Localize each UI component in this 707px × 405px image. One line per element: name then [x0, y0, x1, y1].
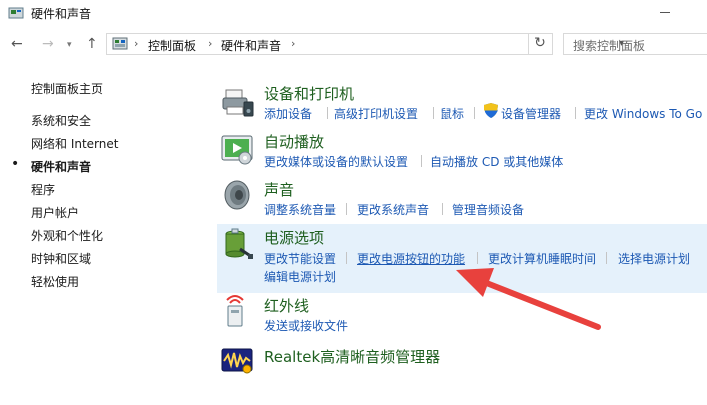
minimize-button[interactable]	[660, 12, 670, 13]
address-bar[interactable]: › 控制面板 › 硬件和声音 › ▾	[106, 33, 624, 55]
link-separator	[421, 155, 422, 167]
devices-printers-title[interactable]: 设备和打印机	[264, 83, 354, 104]
link-separator	[575, 107, 576, 119]
sidebar-item-control-panel-home[interactable]: 控制面板主页	[31, 80, 103, 97]
link-separator	[327, 107, 328, 119]
window-title: 硬件和声音	[31, 7, 92, 21]
refresh-icon[interactable]: ↻	[529, 32, 551, 54]
add-device-link[interactable]: 添加设备	[264, 105, 312, 122]
realtek-audio-icon[interactable]	[220, 343, 254, 377]
link-separator	[442, 203, 443, 215]
send-receive-files-link[interactable]: 发送或接收文件	[264, 317, 348, 334]
realtek-title[interactable]: Realtek高清晰音频管理器	[264, 346, 440, 367]
power-options-title[interactable]: 电源选项	[264, 227, 324, 248]
breadcrumb-chevron-icon[interactable]: ›	[208, 37, 212, 50]
link-separator	[474, 107, 475, 119]
adjust-system-volume-link[interactable]: 调整系统音量	[264, 201, 336, 218]
up-arrow-icon[interactable]: ↑	[86, 36, 98, 52]
mouse-link[interactable]: 鼠标	[440, 105, 464, 122]
annotation-arrow-icon	[456, 268, 601, 330]
infrared-icon[interactable]	[220, 294, 254, 328]
change-media-defaults-link[interactable]: 更改媒体或设备的默认设置	[264, 153, 408, 170]
link-separator	[433, 107, 434, 119]
sidebar-item-appearance[interactable]: 外观和个性化	[31, 227, 103, 244]
control-panel-icon	[112, 37, 128, 50]
autoplay-cd-link[interactable]: 自动播放 CD 或其他媒体	[430, 153, 563, 170]
choose-power-plan-link[interactable]: 选择电源计划	[618, 250, 690, 267]
uac-shield-icon	[484, 103, 498, 118]
link-separator	[346, 252, 347, 264]
link-separator	[477, 252, 478, 264]
sidebar-item-hardware-sound[interactable]: 硬件和声音	[31, 158, 91, 175]
back-arrow-icon[interactable]: ←	[11, 36, 23, 52]
autoplay-title[interactable]: 自动播放	[264, 131, 324, 152]
change-system-sounds-link[interactable]: 更改系统声音	[357, 201, 429, 218]
search-input[interactable]: 搜索控制面板	[563, 33, 707, 55]
breadcrumb-control-panel[interactable]: 控制面板	[148, 37, 196, 54]
sidebar-item-system-security[interactable]: 系统和安全	[31, 112, 91, 129]
recent-locations-chevron-icon[interactable]: ▾	[67, 40, 72, 50]
sidebar-item-programs[interactable]: 程序	[31, 181, 55, 198]
infrared-title[interactable]: 红外线	[264, 295, 309, 316]
control-panel-icon	[8, 7, 24, 19]
breadcrumb-hardware-sound[interactable]: 硬件和声音	[221, 37, 281, 54]
sound-title[interactable]: 声音	[264, 179, 294, 200]
change-sleep-time-link[interactable]: 更改计算机睡眠时间	[488, 250, 596, 267]
forward-arrow-icon[interactable]: →	[42, 36, 54, 52]
speaker-icon[interactable]	[220, 178, 254, 212]
edit-power-plan-link[interactable]: 编辑电源计划	[264, 268, 336, 285]
autoplay-icon[interactable]	[220, 132, 254, 166]
sidebar-item-ease-of-access[interactable]: 轻松使用	[31, 273, 79, 290]
breadcrumb-chevron-icon[interactable]: ›	[291, 37, 295, 50]
printer-icon[interactable]	[220, 86, 254, 120]
battery-power-icon[interactable]	[220, 227, 254, 261]
change-power-saving-link[interactable]: 更改节能设置	[264, 250, 336, 267]
title-bar: 硬件和声音	[0, 0, 707, 26]
change-power-button-link[interactable]: 更改电源按钮的功能	[357, 250, 465, 267]
sidebar-item-clock-region[interactable]: 时钟和区域	[31, 250, 91, 267]
current-item-bullet-icon: •	[11, 156, 20, 172]
advanced-printer-setup-link[interactable]: 高级打印机设置	[334, 105, 418, 122]
link-separator	[346, 203, 347, 215]
breadcrumb-chevron-icon[interactable]: ›	[134, 37, 138, 50]
navigation-bar: ← → ▾ ↑ › 控制面板 › 硬件和声音 › ▾ ↻ 搜索控制面板	[0, 30, 707, 60]
sidebar-item-user-accounts[interactable]: 用户帐户	[31, 204, 79, 221]
manage-audio-devices-link[interactable]: 管理音频设备	[452, 201, 524, 218]
change-windows-to-go-link[interactable]: 更改 Windows To Go	[584, 105, 702, 122]
device-manager-link[interactable]: 设备管理器	[501, 105, 561, 122]
link-separator	[606, 252, 607, 264]
sidebar-item-network-internet[interactable]: 网络和 Internet	[31, 135, 118, 152]
